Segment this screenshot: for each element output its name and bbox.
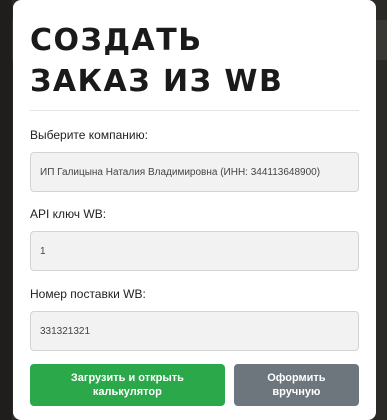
- api-key-label: API ключ WB:: [30, 207, 107, 221]
- create-order-modal: СОЗДАТЬ ЗАКАЗ ИЗ WB Выберите компанию: И…: [13, 0, 376, 420]
- load-and-open-calculator-button[interactable]: Загрузить и открыть калькулятор: [30, 364, 225, 406]
- supply-number-value: 331321321: [40, 325, 91, 337]
- modal-actions: Загрузить и открыть калькулятор Оформить…: [30, 364, 359, 406]
- create-manually-button[interactable]: Оформить вручную: [233, 364, 359, 406]
- company-select-value: ИП Галицына Наталия Владимировна (ИНН: 3…: [40, 166, 321, 178]
- company-select[interactable]: ИП Галицына Наталия Владимировна (ИНН: 3…: [30, 152, 359, 192]
- api-key-input[interactable]: 1: [30, 231, 359, 271]
- backdrop-edge: [0, 0, 12, 420]
- modal-title: СОЗДАТЬ ЗАКАЗ ИЗ WB: [30, 23, 284, 99]
- api-key-value: 1: [40, 245, 46, 257]
- supply-number-input[interactable]: 331321321: [30, 311, 359, 351]
- supply-number-label: Номер поставки WB:: [30, 287, 146, 301]
- title-divider: [30, 110, 359, 111]
- company-label: Выберите компанию:: [30, 128, 148, 142]
